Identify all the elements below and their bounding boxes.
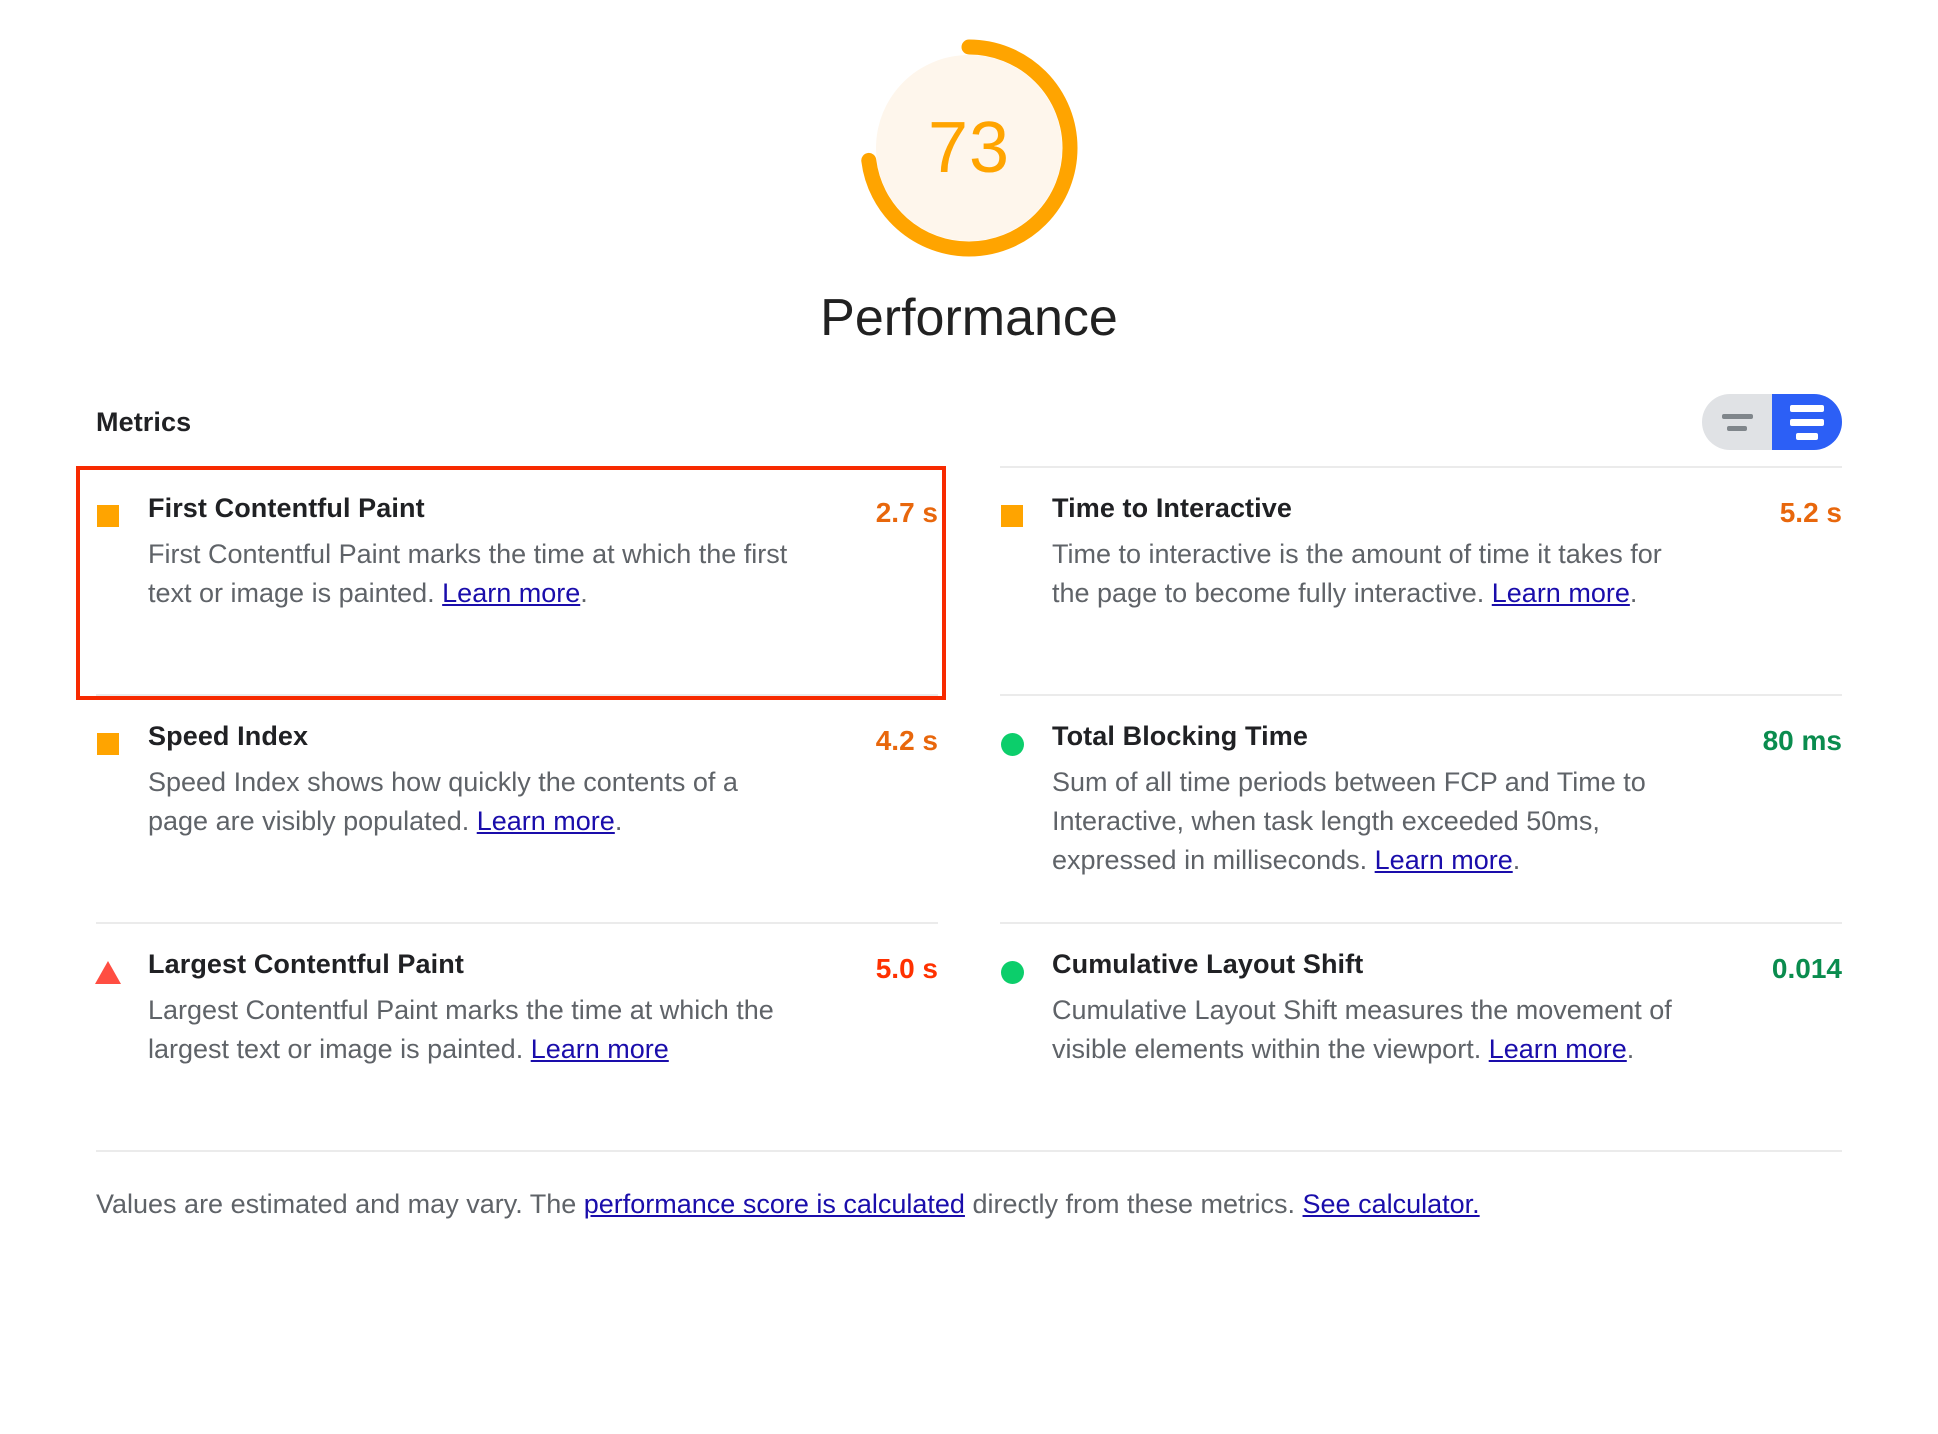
metric-row[interactable]: Time to Interactive Time to interactive i… [1000, 466, 1842, 694]
metric-description-suffix: . [1512, 844, 1521, 875]
metrics-grid: First Contentful Paint First Contentful P… [76, 466, 1842, 1150]
metric-description-suffix: . [1626, 1033, 1635, 1064]
metric-icon-wrap [96, 505, 120, 527]
metric-row[interactable]: Speed Index Speed Index shows how quickly… [96, 694, 938, 922]
metric-icon-wrap [1000, 733, 1024, 756]
metric-description: First Contentful Paint marks the time at… [148, 535, 788, 613]
score-gauge-section: 73 Performance [0, 0, 1938, 348]
green-circle-icon [1000, 961, 1024, 984]
orange-square-icon [97, 733, 119, 755]
learn-more-link[interactable]: Learn more [1489, 1034, 1627, 1064]
metric-body: First Contentful Paint First Contentful P… [148, 493, 858, 613]
metric-head: First Contentful Paint First Contentful P… [96, 493, 938, 613]
metric-title: Cumulative Layout Shift [1052, 949, 1364, 979]
metric-description: Sum of all time periods between FCP and … [1052, 763, 1692, 880]
metric-icon-wrap [95, 961, 121, 984]
metric-head: Time to Interactive Time to interactive i… [1000, 493, 1842, 613]
metric-icon-wrap [1000, 505, 1024, 527]
learn-more-link[interactable]: Learn more [477, 806, 615, 836]
metric-head: Speed Index Speed Index shows how quickly… [96, 721, 938, 841]
metric-icon-wrap [96, 733, 120, 755]
short-lines-icon-line-1 [1721, 413, 1753, 419]
metric-body: Time to Interactive Time to interactive i… [1052, 493, 1762, 613]
page-title: Performance [820, 289, 1118, 347]
metric-description-suffix: . [1629, 577, 1638, 608]
metric-body: Speed Index Speed Index shows how quickly… [148, 721, 858, 841]
metric-title: Total Blocking Time [1052, 721, 1308, 751]
metric-row[interactable]: Largest Contentful Paint Largest Contentf… [95, 922, 938, 1150]
metrics-footnote: Values are estimated and may vary. The p… [96, 1150, 1842, 1224]
metric-head: Cumulative Layout Shift Cumulative Layout… [1000, 949, 1842, 1069]
metric-description: Speed Index shows how quickly the conten… [148, 763, 788, 841]
metric-row[interactable]: First Contentful Paint First Contentful P… [76, 466, 946, 700]
metrics-heading: Metrics [96, 406, 192, 437]
metric-value: 0.014 [1771, 953, 1842, 984]
metric-value: 80 ms [1762, 725, 1842, 756]
metric-row[interactable]: Total Blocking Time Sum of all time perio… [1000, 694, 1842, 922]
learn-more-link[interactable]: Learn more [442, 578, 580, 608]
metric-description: Cumulative Layout Shift measures the mov… [1052, 991, 1692, 1069]
metric-value: 5.0 s [875, 953, 938, 984]
metric-head: Largest Contentful Paint Largest Contentf… [95, 949, 938, 1069]
orange-square-icon [1001, 505, 1023, 527]
metric-description-text: Speed Index shows how quickly the conten… [148, 766, 738, 836]
metric-description: Largest Contentful Paint marks the time … [148, 991, 788, 1069]
gauge-score-value: 73 [927, 108, 1011, 188]
toggle-option-collapsed[interactable] [1702, 394, 1772, 450]
learn-more-link[interactable]: Learn more [1375, 845, 1513, 875]
metric-description-text: Sum of all time periods between FCP and … [1052, 766, 1646, 875]
footnote-text-1: Values are estimated and may vary. The [96, 1189, 584, 1219]
long-lines-icon-line-1 [1790, 404, 1824, 412]
metrics-header: Metrics [96, 394, 1842, 466]
metric-description-text: Largest Contentful Paint marks the time … [148, 994, 774, 1064]
metric-title: Speed Index [148, 721, 309, 751]
long-lines-icon-line-2 [1790, 418, 1824, 426]
metric-value: 2.7 s [875, 497, 938, 528]
metric-title: Largest Contentful Paint [148, 949, 464, 979]
metric-body: Largest Contentful Paint Largest Contentf… [148, 949, 858, 1069]
toggle-option-expanded[interactable] [1772, 394, 1842, 450]
long-lines-icon-line-3 [1796, 432, 1818, 440]
green-circle-icon [1000, 733, 1024, 756]
learn-more-link[interactable]: Learn more [531, 1034, 669, 1064]
short-lines-icon-line-2 [1727, 425, 1747, 431]
performance-score-calculated-link[interactable]: performance score is calculated [584, 1189, 965, 1219]
orange-square-icon [97, 505, 119, 527]
red-triangle-icon [95, 961, 121, 984]
footnote-text-2: directly from these metrics. [964, 1189, 1303, 1219]
metric-title: First Contentful Paint [148, 493, 425, 523]
metric-value: 4.2 s [875, 725, 938, 756]
metric-value: 5.2 s [1779, 497, 1842, 528]
metric-description-suffix: . [614, 805, 623, 836]
metric-icon-wrap [1000, 961, 1024, 984]
metric-body: Total Blocking Time Sum of all time perio… [1052, 721, 1745, 880]
metrics-section: Metrics First Contentful Paint First Cont… [76, 394, 1842, 1150]
metric-description: Time to interactive is the amount of tim… [1052, 535, 1692, 613]
metrics-description-toggle[interactable] [1702, 394, 1842, 450]
see-calculator-link[interactable]: See calculator. [1303, 1189, 1480, 1219]
metric-description-suffix: . [580, 577, 588, 608]
metric-row[interactable]: Cumulative Layout Shift Cumulative Layout… [1000, 922, 1842, 1150]
performance-gauge[interactable]: 73 [855, 34, 1083, 262]
metric-body: Cumulative Layout Shift Cumulative Layout… [1052, 949, 1754, 1069]
learn-more-link[interactable]: Learn more [1492, 578, 1630, 608]
metric-title: Time to Interactive [1052, 493, 1292, 523]
metric-head: Total Blocking Time Sum of all time perio… [1000, 721, 1842, 880]
